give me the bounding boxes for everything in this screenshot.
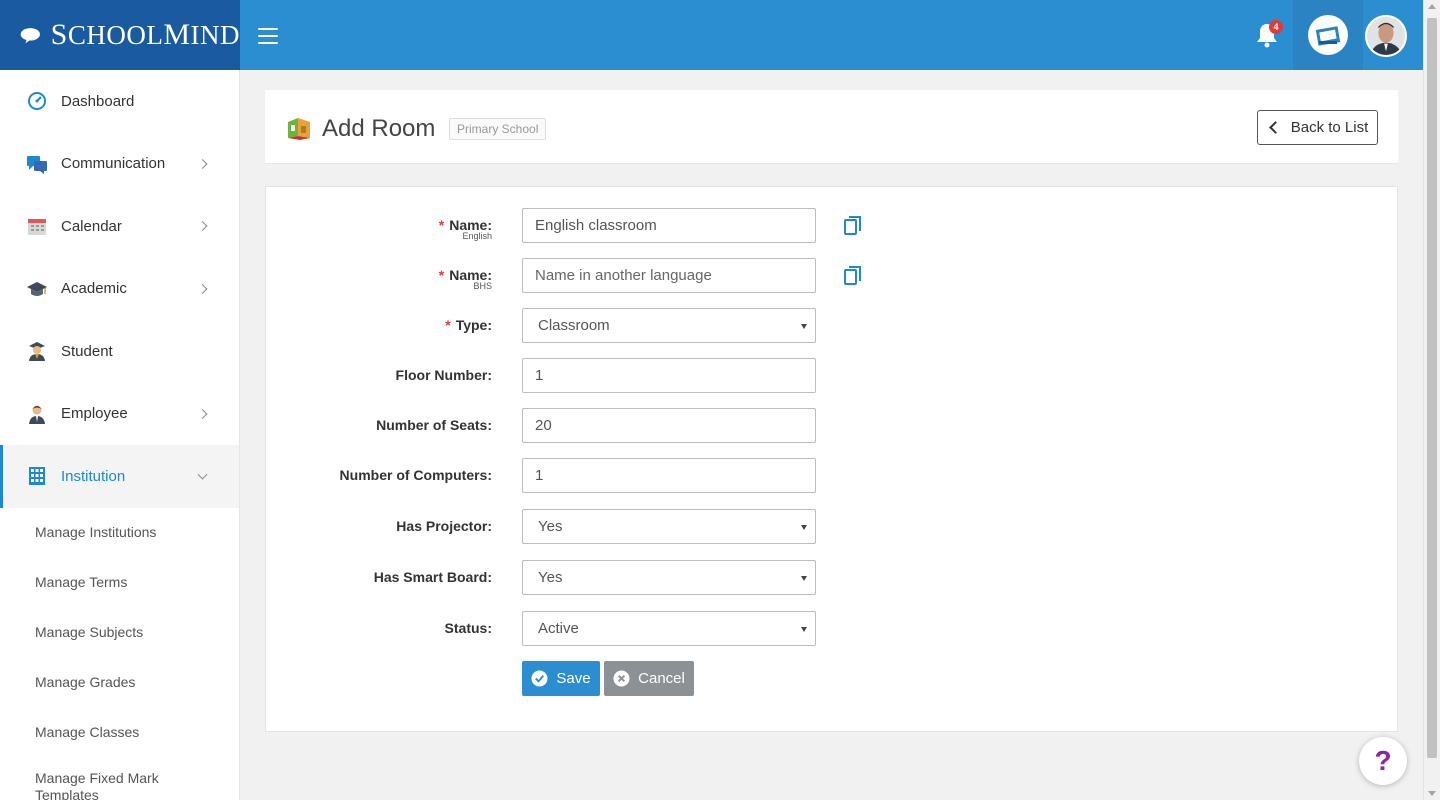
sidebar-subitem-manage-classes[interactable]: Manage Classes bbox=[0, 708, 239, 758]
sidebar-subitem-manage-fixed-mark-templates[interactable]: Manage Fixed Mark Templates bbox=[0, 758, 170, 800]
name-bhs-label: * Name: BHS bbox=[438, 267, 492, 291]
room-icon bbox=[288, 118, 310, 140]
sidebar-item-student[interactable]: Student bbox=[0, 320, 239, 383]
sidebar-item-institution[interactable]: Institution bbox=[0, 445, 239, 508]
scroll-down-arrow-icon[interactable] bbox=[1428, 791, 1436, 796]
sidebar-item-label: Student bbox=[61, 342, 113, 360]
number-of-seats-label: Number of Seats: bbox=[376, 417, 492, 433]
required-mark: * bbox=[438, 217, 445, 233]
chat-icon bbox=[26, 153, 48, 175]
calendar-icon bbox=[26, 215, 48, 237]
sidebar-item-label: Academic bbox=[61, 280, 127, 298]
sidebar-item-academic[interactable]: Academic bbox=[0, 258, 239, 321]
cancel-button[interactable]: Cancel bbox=[604, 661, 694, 696]
status-select[interactable]: Active bbox=[522, 611, 816, 646]
required-mark: * bbox=[445, 317, 451, 333]
form-row-floor: Floor Number: 1 bbox=[266, 358, 1397, 393]
back-to-list-label: Back to List bbox=[1290, 119, 1369, 136]
user-photo-icon bbox=[1367, 17, 1405, 55]
sidebar-item-label: Communication bbox=[61, 155, 166, 173]
school-logo-icon bbox=[1308, 15, 1348, 55]
menu-toggle-icon[interactable] bbox=[258, 28, 278, 44]
form-row-projector: Has Projector: Yes bbox=[266, 509, 1397, 544]
chevron-right-icon bbox=[197, 283, 208, 294]
page-header: Add Room Primary School Back to List bbox=[265, 90, 1398, 164]
close-circle-icon bbox=[613, 670, 630, 687]
has-projector-select[interactable]: Yes bbox=[522, 509, 816, 544]
building-icon bbox=[26, 465, 48, 487]
has-smart-board-select[interactable]: Yes bbox=[522, 560, 816, 595]
status-label: Status: bbox=[444, 620, 492, 636]
help-button[interactable]: ? bbox=[1359, 737, 1407, 785]
form-row-computers: Number of Computers: 1 bbox=[266, 458, 1397, 493]
brand-name: SCHOOLMIND bbox=[50, 18, 240, 51]
save-button[interactable]: Save bbox=[522, 661, 600, 696]
dashboard-icon bbox=[26, 90, 48, 112]
chevron-left-icon bbox=[1268, 121, 1282, 134]
number-of-seats-input[interactable]: 20 bbox=[522, 408, 816, 443]
sidebar-item-employee[interactable]: Employee bbox=[0, 383, 239, 446]
name-english-label: * Name: English bbox=[438, 217, 492, 241]
required-mark: * bbox=[438, 267, 445, 283]
back-to-list-button[interactable]: Back to List bbox=[1257, 110, 1378, 145]
number-of-computers-input[interactable]: 1 bbox=[522, 458, 816, 493]
save-label: Save bbox=[556, 670, 591, 687]
sidebar-subitem-manage-subjects[interactable]: Manage Subjects bbox=[0, 608, 239, 658]
top-bar: SCHOOLMIND 4 bbox=[0, 0, 1423, 70]
floor-number-label: Floor Number: bbox=[395, 367, 492, 383]
sidebar-item-communication[interactable]: Communication bbox=[0, 133, 239, 196]
notifications-bell-icon[interactable]: 4 bbox=[1255, 20, 1283, 50]
has-projector-label: Has Projector: bbox=[396, 518, 492, 534]
form-row-status: Status: Active bbox=[266, 611, 1397, 646]
sidebar-subitem-manage-grades[interactable]: Manage Grades bbox=[0, 658, 239, 708]
employee-icon bbox=[26, 403, 48, 425]
chevron-right-icon bbox=[197, 158, 208, 169]
has-smart-board-label: Has Smart Board: bbox=[373, 569, 492, 585]
check-circle-icon bbox=[531, 670, 548, 687]
chevron-down-icon bbox=[197, 469, 208, 480]
number-of-computers-label: Number of Computers: bbox=[339, 467, 492, 483]
form-row-name-english: * Name: English English classroom bbox=[266, 208, 1397, 243]
sidebar-item-dashboard[interactable]: Dashboard bbox=[0, 70, 239, 133]
type-select[interactable]: Classroom bbox=[522, 308, 816, 343]
language-sub-label: English bbox=[462, 231, 492, 241]
form-row-seats: Number of Seats: 20 bbox=[266, 408, 1397, 443]
type-label: * Type: bbox=[445, 317, 492, 333]
sidebar-item-label: Dashboard bbox=[61, 92, 135, 110]
student-icon bbox=[26, 340, 48, 362]
cloud-logo-icon bbox=[20, 28, 40, 44]
scroll-up-arrow-icon[interactable] bbox=[1428, 4, 1436, 9]
copy-icon[interactable] bbox=[844, 266, 862, 286]
scroll-thumb[interactable] bbox=[1427, 18, 1437, 758]
school-switcher[interactable] bbox=[1293, 0, 1363, 70]
name-bhs-input[interactable]: Name in another language bbox=[522, 258, 816, 293]
brand-logo[interactable]: SCHOOLMIND bbox=[0, 0, 240, 70]
chevron-right-icon bbox=[197, 408, 208, 419]
page-title: Add Room bbox=[322, 115, 436, 142]
form-row-name-bhs: * Name: BHS Name in another language bbox=[266, 258, 1397, 293]
form-row-smart-board: Has Smart Board: Yes bbox=[266, 560, 1397, 595]
floor-number-input[interactable]: 1 bbox=[522, 358, 816, 393]
name-english-input[interactable]: English classroom bbox=[522, 208, 816, 243]
graduation-cap-icon bbox=[26, 278, 48, 300]
sidebar-item-label: Institution bbox=[61, 467, 126, 485]
sidebar: Dashboard Communication Calendar Academi… bbox=[0, 70, 240, 800]
sidebar-subitem-manage-terms[interactable]: Manage Terms bbox=[0, 558, 239, 608]
sidebar-item-label: Calendar bbox=[61, 217, 122, 235]
sidebar-item-calendar[interactable]: Calendar bbox=[0, 195, 239, 258]
school-tag-badge: Primary School bbox=[449, 118, 547, 140]
copy-icon[interactable] bbox=[844, 216, 862, 236]
sidebar-subitem-manage-institutions[interactable]: Manage Institutions bbox=[0, 508, 239, 558]
chevron-right-icon bbox=[197, 221, 208, 232]
page-scrollbar[interactable] bbox=[1423, 0, 1440, 800]
sidebar-item-label: Employee bbox=[61, 405, 128, 423]
user-avatar[interactable] bbox=[1365, 15, 1407, 57]
form-row-type: * Type: Classroom bbox=[266, 308, 1397, 343]
cancel-label: Cancel bbox=[638, 670, 685, 687]
notification-count-badge: 4 bbox=[1269, 20, 1283, 34]
add-room-form: * Name: English English classroom * Name: … bbox=[265, 186, 1398, 732]
